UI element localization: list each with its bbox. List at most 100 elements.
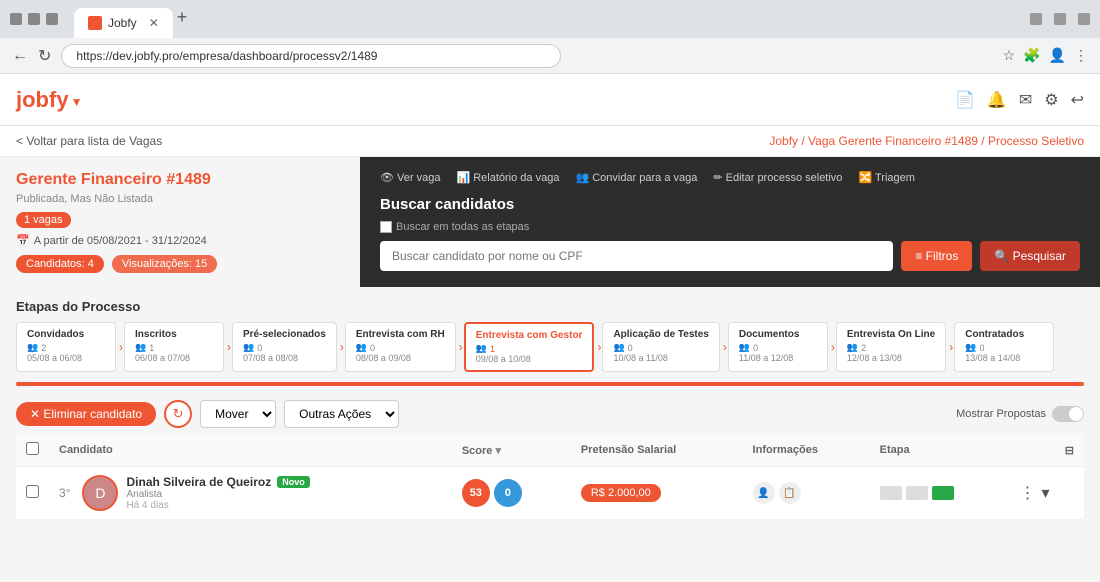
doc-icon[interactable]: 📄 [955, 90, 975, 110]
etapa-status-icons [880, 486, 1000, 500]
menu-icon[interactable]: ⋮ [1074, 47, 1088, 64]
candidate-avatar: D [82, 475, 118, 511]
etapa-name: Inscritos [135, 329, 213, 340]
row-candidate-cell: 3° D Dinah Silveira de Queiroz Novo Anal… [49, 467, 452, 520]
row-checkbox[interactable] [26, 485, 39, 498]
browser-action-icons: ☆ 🧩 👤 ⋮ [1003, 47, 1088, 64]
etapa-meta: 👥0 [613, 342, 708, 353]
etapa-rh[interactable]: Entrevista com RH 👥0 08/08 a 09/08 [345, 322, 456, 372]
etapa-date: 06/08 a 07/08 [135, 353, 213, 363]
settings-icon[interactable]: ⚙ [1044, 90, 1058, 110]
back-to-list-link[interactable]: < Voltar para lista de Vagas [16, 134, 162, 148]
stats-row: Candidatos: 4 Visualizações: 15 [16, 255, 344, 273]
app-header: jobfy ▼ 📄 🔔 ✉ ⚙ ↩ [0, 74, 1100, 126]
etapa-name: Aplicação de Testes [613, 329, 708, 340]
app-logo[interactable]: jobfy ▼ [16, 87, 82, 113]
account-icon[interactable]: 👤 [1049, 47, 1066, 64]
etapa-contratados[interactable]: Contratados 👥0 13/08 a 14/08 [954, 322, 1054, 372]
etapa-online[interactable]: Entrevista On Line 👥2 12/08 a 13/08 [836, 322, 946, 372]
date-range-text: A partir de 05/08/2021 - 31/12/2024 [34, 235, 207, 247]
filter-icon[interactable]: ⊟ [1065, 444, 1074, 457]
row-menu-button[interactable]: ⋮ [1020, 483, 1036, 503]
filter-button[interactable]: ≡ Filtros [901, 241, 972, 271]
row-actions: ⋮ ▾ [1020, 483, 1074, 503]
etapa-pre-selecionados[interactable]: Pré-selecionados 👥0 07/08 a 08/08 [232, 322, 337, 372]
move-select[interactable]: Mover [200, 400, 276, 428]
row-action-cell: ⋮ ▾ [1010, 467, 1084, 520]
candidate-rank: 3° [59, 486, 70, 500]
breadcrumb-path: Jobfy / Vaga Gerente Financeiro #1489 / … [769, 134, 1084, 148]
th-informacoes: Informações [743, 434, 870, 467]
maximize-button[interactable] [1054, 13, 1066, 25]
address-input[interactable] [61, 44, 561, 68]
arrow-icon: › [722, 322, 728, 372]
show-proposals-toggle[interactable] [1052, 406, 1084, 422]
browser-chrome: Jobfy ✕ + [0, 0, 1100, 38]
search-candidate-input[interactable] [380, 241, 893, 271]
th-score[interactable]: Score ▾ [452, 434, 571, 467]
window-controls [1030, 13, 1090, 25]
etapa-icon-2 [906, 486, 928, 500]
etapa-gestor[interactable]: Entrevista com Gestor 👥1 09/08 a 10/08 [464, 322, 595, 372]
notification-icon[interactable]: 🔔 [987, 90, 1007, 110]
row-expand-button[interactable]: ▾ [1042, 483, 1050, 503]
close-button[interactable] [1078, 13, 1090, 25]
other-actions-select[interactable]: Outras Ações [284, 400, 399, 428]
etapa-date: 12/08 a 13/08 [847, 353, 935, 363]
minimize-button[interactable] [1030, 13, 1042, 25]
table-body: 3° D Dinah Silveira de Queiroz Novo Anal… [16, 467, 1084, 520]
table-row: 3° D Dinah Silveira de Queiroz Novo Anal… [16, 467, 1084, 520]
etapa-name: Entrevista com Gestor [476, 330, 583, 341]
search-panel: 👁 Ver vaga 📊 Relatório da vaga 👥 Convida… [360, 157, 1100, 287]
candidates-badge[interactable]: Candidatos: 4 [16, 255, 104, 273]
etapa-testes[interactable]: Aplicação de Testes 👥0 10/08 a 11/08 [602, 322, 719, 372]
bookmark-icon[interactable]: ☆ [1003, 47, 1016, 64]
job-status: Publicada, Mas Não Listada [16, 193, 344, 205]
etapa-convidados[interactable]: Convidados 👥2 05/08 a 06/08 [16, 322, 116, 372]
checkbox-all-stages[interactable] [380, 221, 392, 233]
etapas-scroll: Convidados 👥2 05/08 a 06/08 › Inscritos … [16, 322, 1084, 376]
delete-candidate-button[interactable]: ✕ Eliminar candidato [16, 402, 156, 426]
salary-badge: R$ 2.000,00 [581, 484, 661, 502]
search-title: Buscar candidatos [380, 196, 1080, 213]
mail-icon[interactable]: ✉ [1019, 90, 1032, 110]
actions-bar: ✕ Eliminar candidato ↻ Mover Outras Açõe… [0, 394, 1100, 434]
nav-editar[interactable]: ✏ Editar processo seletivo [713, 171, 842, 184]
logo-text: jobfy [16, 87, 69, 113]
active-tab[interactable]: Jobfy ✕ [74, 8, 173, 38]
views-badge[interactable]: Visualizações: 15 [112, 255, 217, 273]
etapa-meta: 👥0 [965, 342, 1043, 353]
progress-bar [16, 382, 1084, 386]
etapa-icon-1 [880, 486, 902, 500]
row-info-cell: 👤 📋 [743, 467, 870, 520]
score-primary: 53 [462, 479, 490, 507]
etapa-meta: 👥1 [135, 342, 213, 353]
arrow-icon: › [339, 322, 345, 372]
nav-triagem[interactable]: 🔀 Triagem [858, 171, 915, 184]
etapa-inscritos[interactable]: Inscritos 👥1 06/08 a 07/08 [124, 322, 224, 372]
row-salary-cell: R$ 2.000,00 [571, 467, 743, 520]
candidate-name[interactable]: Dinah Silveira de Queiroz [126, 475, 271, 489]
browser-icon-2 [28, 13, 40, 25]
etapa-date: 09/08 a 10/08 [476, 354, 583, 364]
refresh-button[interactable]: ↻ [164, 400, 192, 428]
extension-icon[interactable]: 🧩 [1023, 47, 1040, 64]
back-button[interactable]: ← [12, 47, 28, 65]
search-button[interactable]: 🔍 Pesquisar [980, 241, 1080, 271]
nav-convidar[interactable]: 👥 Convidar para a vaga [575, 171, 697, 184]
nav-relatorio[interactable]: 📊 Relatório da vaga [456, 171, 559, 184]
new-tab-button[interactable]: + [177, 7, 188, 28]
candidate-details: Dinah Silveira de Queiroz Novo Analista … [126, 475, 309, 511]
address-bar: ← ↻ ☆ 🧩 👤 ⋮ [0, 38, 1100, 74]
info-icon-doc[interactable]: 📋 [779, 482, 801, 504]
etapa-documentos[interactable]: Documentos 👥0 11/08 a 12/08 [728, 322, 828, 372]
tab-close-button[interactable]: ✕ [149, 16, 159, 30]
nav-ver-vaga[interactable]: 👁 Ver vaga [380, 171, 440, 184]
select-all-checkbox[interactable] [26, 442, 39, 455]
forward-button[interactable]: ↻ [38, 46, 51, 66]
logout-icon[interactable]: ↩ [1071, 90, 1084, 110]
row-etapa-cell [870, 467, 1010, 520]
etapa-meta: 👥2 [27, 342, 105, 353]
info-icon-person[interactable]: 👤 [753, 482, 775, 504]
arrow-icon: › [458, 322, 464, 372]
